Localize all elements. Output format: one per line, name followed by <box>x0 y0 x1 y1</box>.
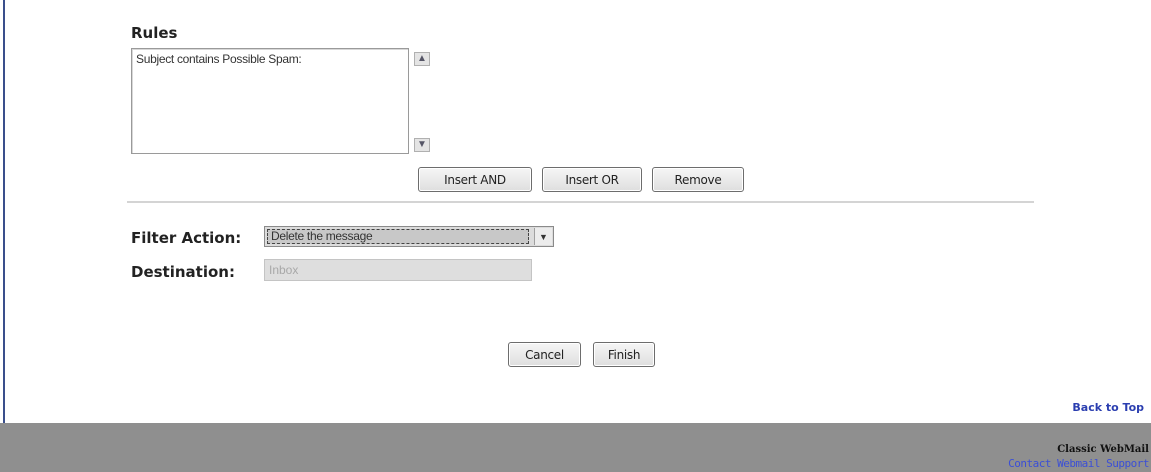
section-divider <box>127 201 1034 203</box>
footer-brand: Classic WebMail <box>1057 444 1149 455</box>
rules-listbox[interactable]: Subject contains Possible Spam: <box>131 48 409 154</box>
destination-label: Destination: <box>131 263 235 281</box>
filter-action-select[interactable]: Delete the message ▼ <box>264 226 554 247</box>
dropdown-arrow-icon[interactable]: ▼ <box>534 228 552 245</box>
footer-bar: Classic WebMail Contact Webmail Support <box>0 423 1151 472</box>
insert-or-button[interactable]: Insert OR <box>542 167 642 192</box>
back-to-top-link[interactable]: Back to Top <box>1072 401 1144 414</box>
chevron-up-icon[interactable]: ▲ <box>414 52 430 66</box>
left-border <box>3 0 5 423</box>
filter-action-label: Filter Action: <box>131 229 242 247</box>
cancel-button[interactable]: Cancel <box>508 342 581 367</box>
destination-field[interactable]: Inbox <box>264 259 532 281</box>
rule-item[interactable]: Subject contains Possible Spam: <box>136 52 404 66</box>
finish-button[interactable]: Finish <box>593 342 655 367</box>
chevron-down-icon[interactable]: ▼ <box>414 138 430 152</box>
filter-action-value[interactable]: Delete the message <box>267 229 529 244</box>
insert-and-button[interactable]: Insert AND <box>418 167 532 192</box>
rules-heading: Rules <box>131 24 178 42</box>
contact-support-link[interactable]: Contact Webmail Support <box>1008 457 1149 470</box>
remove-button[interactable]: Remove <box>652 167 744 192</box>
